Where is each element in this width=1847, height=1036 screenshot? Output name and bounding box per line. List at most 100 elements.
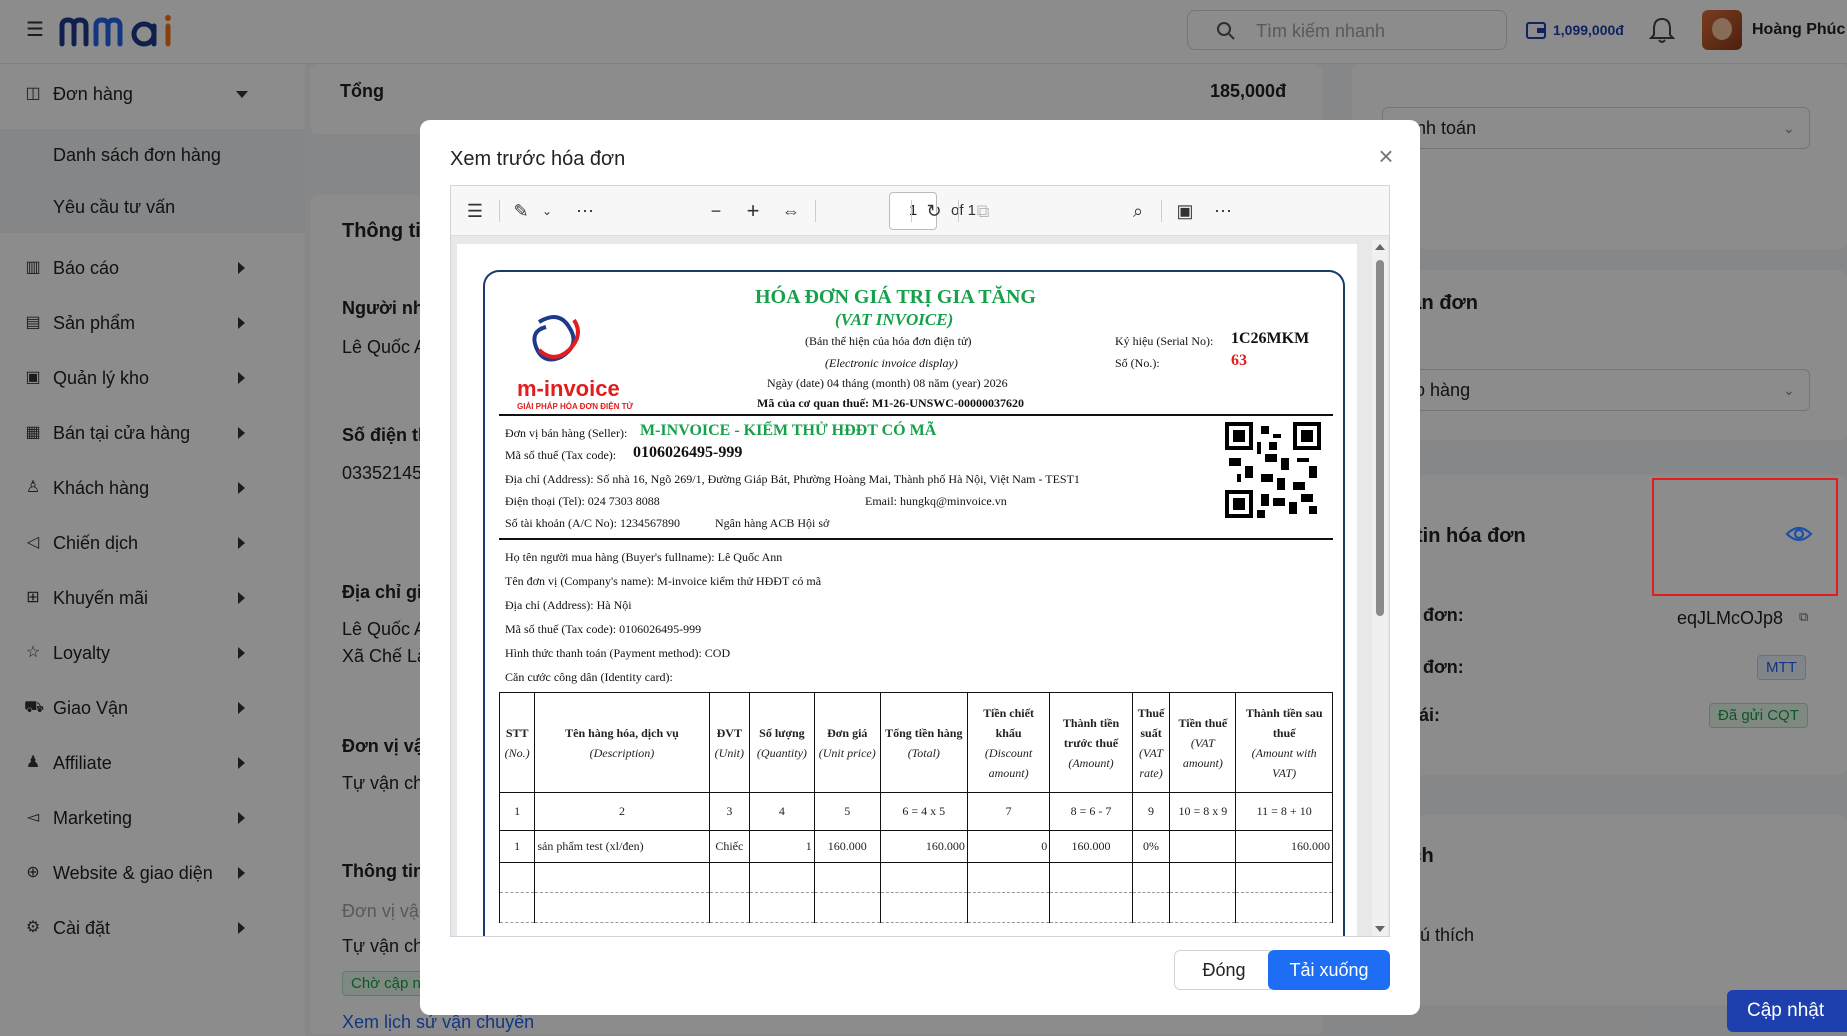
zoom-in-icon[interactable]: +: [741, 199, 765, 223]
fit-width-icon[interactable]: ⇔: [779, 199, 803, 223]
seller-tax-label: Mã số thuế (Tax code):: [505, 448, 617, 462]
invoice-cqt-code: Mã của cơ quan thuế: M1-26-UNSWC-0000003…: [757, 396, 1024, 410]
pdf-scrollbar[interactable]: [1372, 240, 1388, 936]
table-cell: 2: [534, 792, 710, 831]
table-cell: 9: [1131, 792, 1171, 831]
table-cell: [813, 862, 881, 893]
table-cell: [498, 862, 536, 893]
table-cell: [1049, 892, 1133, 923]
table-header-cell: Thành tiền trước thuế (Amount): [1049, 692, 1133, 793]
table-header-cell: Đơn giá (Unit price): [813, 692, 881, 793]
invoice-preview-modal: Xem trước hóa đơn × ☰ ✎ ⌄ ⋯ − + ⇔ 1 of 1…: [420, 120, 1420, 1015]
buyer-tax: Mã số thuế (Tax code): 0106026495-999: [505, 622, 702, 636]
table-cell: 0%: [1131, 830, 1171, 863]
table-cell: 5: [813, 792, 881, 831]
table-cell: 1: [498, 792, 536, 831]
table-cell: [1169, 892, 1237, 923]
table-header-cell: Tên hàng hóa, dịch vụ (Description): [534, 692, 710, 793]
invoice-items-table: STT (No.) Tên hàng hóa, dịch vụ (Descriptio…: [498, 692, 1333, 923]
save-icon[interactable]: ▣: [1173, 199, 1197, 223]
table-cell: [534, 862, 710, 893]
seller-value: M-INVOICE - KIỂM THỬ HĐĐT CÓ MÃ: [640, 422, 937, 439]
table-cell: [1131, 862, 1171, 893]
search-icon[interactable]: ⌕: [1126, 199, 1150, 223]
buyer-company: Tên đơn vị (Company's name): M-invoice k…: [505, 574, 822, 588]
table-cell: [813, 892, 881, 923]
table-cell: 160.000: [1235, 830, 1333, 863]
invoice-date: Ngày (date) 04 tháng (month) 08 năm (yea…: [767, 376, 1008, 390]
table-cell: 7: [966, 792, 1051, 831]
table-cell: 0: [966, 830, 1051, 863]
pdf-page: m-invoice GIẢI PHÁP HÓA ĐƠN ĐIỆN TỬ HÓA …: [457, 244, 1357, 936]
table-cell: sản phẩm test (xl/đen): [534, 830, 710, 863]
eye-icon[interactable]: [1785, 522, 1813, 546]
close-button[interactable]: Đóng: [1174, 950, 1274, 990]
table-header-cell: ĐVT (Unit): [708, 692, 751, 793]
table-empty-row: [498, 892, 1333, 923]
table-header-cell: Số lượng (Quantity): [749, 692, 815, 793]
seller-account: Số tài khoản (A/C No): 1234567890: [505, 516, 680, 530]
more-icon[interactable]: ⋯: [573, 199, 597, 223]
table-cell: 3: [708, 792, 751, 831]
pdf-viewer: ☰ ✎ ⌄ ⋯ − + ⇔ 1 of 1 ↻ ⧉ ⌕ ▣ ⋯ m-invoice…: [450, 185, 1390, 937]
table-cell: [1235, 862, 1333, 893]
invoice-title: HÓA ĐƠN GIÁ TRỊ GIA TĂNG: [755, 286, 1036, 308]
table-cell: 160.000: [1049, 830, 1133, 863]
table-cell: [966, 862, 1051, 893]
buyer-name: Họ tên người mua hàng (Buyer's fullname)…: [505, 550, 783, 564]
table-cell: [498, 892, 536, 923]
highlight-icon[interactable]: ✎: [509, 199, 533, 223]
table-cell: 160.000: [879, 830, 968, 863]
table-cell: [1169, 830, 1237, 863]
seller-address: Địa chỉ (Address): Số nhà 16, Ngõ 269/1,…: [505, 472, 1080, 486]
table-cell: [1049, 862, 1133, 893]
serial-label: Ký hiệu (Serial No):: [1115, 334, 1214, 348]
table-cell: [966, 892, 1051, 923]
table-cell: 8 = 6 - 7: [1049, 792, 1133, 831]
page-view-icon: ⧉: [976, 201, 990, 221]
invoice-logo-subtitle: GIẢI PHÁP HÓA ĐƠN ĐIỆN TỬ: [517, 402, 634, 411]
table-cell: [749, 892, 815, 923]
scrollbar-thumb[interactable]: [1376, 260, 1384, 616]
more-options-icon[interactable]: ⋯: [1211, 199, 1235, 223]
table-cell: [708, 892, 751, 923]
table-cell: 160.000: [813, 830, 881, 863]
invoice-display-en: (Electronic invoice display): [825, 356, 958, 370]
table-cell: [708, 862, 751, 893]
download-button[interactable]: Tải xuống: [1268, 950, 1390, 990]
invoice-display-vn: (Bản thể hiện của hóa đơn điện tử): [805, 334, 972, 348]
seller-label: Đơn vị bán hàng (Seller):: [505, 426, 628, 440]
modal-title: Xem trước hóa đơn: [450, 148, 626, 170]
chevron-down-icon[interactable]: ⌄: [535, 199, 559, 223]
table-cell: Chiếc: [708, 830, 751, 863]
invoice-logo-text: m-invoice: [517, 376, 620, 401]
table-header-cell: STT (No.): [498, 692, 536, 793]
invoice-frame: m-invoice GIẢI PHÁP HÓA ĐƠN ĐIỆN TỬ HÓA …: [483, 270, 1345, 936]
table-cell: 1: [498, 830, 536, 863]
payment-method: Hình thức thanh toán (Payment method): C…: [505, 646, 731, 660]
table-of-contents-icon[interactable]: ☰: [463, 199, 487, 223]
table-formula-row: 123456 = 4 x 578 = 6 - 7 9 10 = 8 x 9 11 = …: [498, 792, 1333, 831]
invoice-no-label: Số (No.):: [1115, 356, 1160, 370]
m-invoice-logo-icon: [532, 315, 580, 362]
table-cell: [534, 892, 710, 923]
invoice-title-en: (VAT INVOICE): [835, 310, 954, 329]
zoom-out-icon[interactable]: −: [704, 199, 728, 223]
buyer-address: Địa chỉ (Address): Hà Nội: [505, 598, 632, 612]
seller-tel: Điện thoại (Tel): 024 7303 8088: [505, 494, 660, 508]
table-cell: 10 = 8 x 9: [1169, 792, 1237, 831]
seller-bank: Ngân hàng ACB Hội sở: [715, 516, 830, 530]
table-header-cell: Thuế suất (VAT rate): [1131, 692, 1171, 793]
table-cell: 4: [749, 792, 815, 831]
table-cell: [879, 892, 968, 923]
qr-code: [1225, 422, 1321, 518]
rotate-icon[interactable]: ↻: [922, 199, 946, 223]
table-cell: [749, 862, 815, 893]
update-button[interactable]: Cập nhật: [1727, 990, 1847, 1032]
seller-tax-value: 0106026495-999: [633, 444, 743, 461]
seller-email: Email: hungkq@minvoice.vn: [865, 494, 1007, 508]
table-cell: 1: [749, 830, 815, 863]
close-icon[interactable]: ×: [1373, 143, 1399, 170]
table-cell: [1235, 892, 1333, 923]
table-cell: 11 = 8 + 10: [1235, 792, 1333, 831]
